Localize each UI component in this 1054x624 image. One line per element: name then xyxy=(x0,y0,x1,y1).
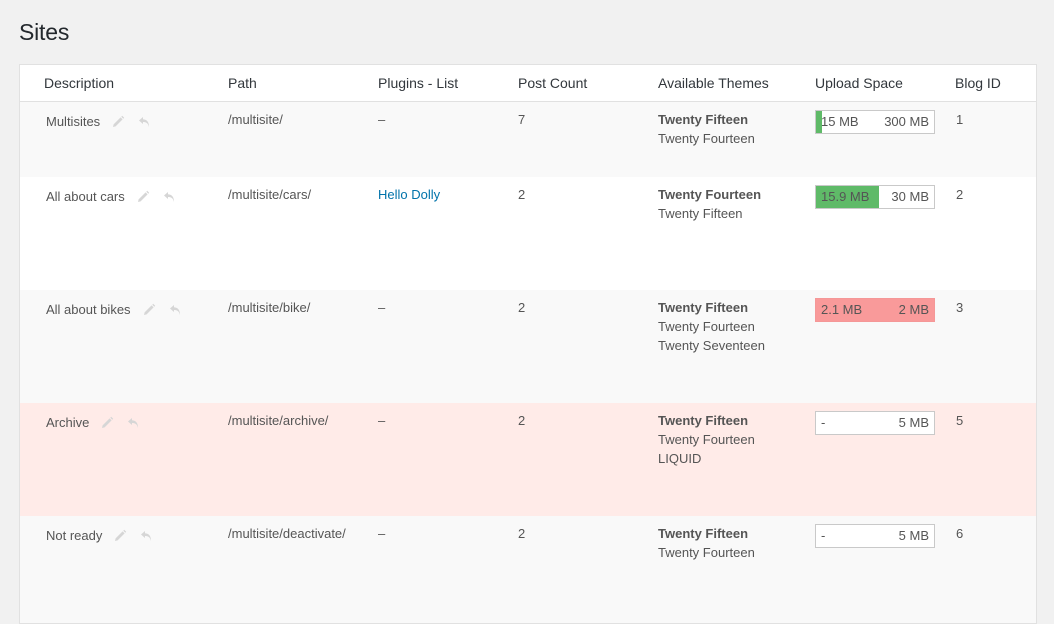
undo-icon[interactable] xyxy=(161,188,179,206)
upload-space-meter: 15 MB 300 MB xyxy=(815,110,935,134)
blog-id: 2 xyxy=(956,187,964,202)
blog-id: 5 xyxy=(956,413,964,428)
blog-id: 1 xyxy=(956,112,964,127)
theme-item: Twenty Fourteen xyxy=(658,319,755,334)
post-count: 2 xyxy=(518,526,526,541)
upload-quota: 5 MB xyxy=(898,528,929,543)
plugin-link[interactable]: Hello Dolly xyxy=(378,187,440,202)
site-description[interactable]: Archive xyxy=(46,413,89,432)
description-cell: Not ready xyxy=(46,526,156,545)
upload-quota: 2 MB xyxy=(898,302,929,317)
column-header-description[interactable]: Description xyxy=(44,75,114,91)
table-row: Archive/multisite/archive/ – 2 Twenty Fifte… xyxy=(20,403,1036,516)
description-cell: All about bikes xyxy=(46,300,185,319)
theme-item: Twenty Seventeen xyxy=(658,338,765,353)
upload-space-meter: - 5 MB xyxy=(815,411,935,435)
upload-quota: 30 MB xyxy=(891,189,929,204)
plugins-empty: – xyxy=(378,300,386,315)
upload-used: 15 MB xyxy=(821,114,859,129)
theme-item: Twenty Fourteen xyxy=(658,545,755,560)
theme-item: Twenty Fourteen xyxy=(658,131,755,146)
column-header-plugins[interactable]: Plugins - List xyxy=(378,75,458,91)
active-theme: Twenty Fourteen xyxy=(658,187,762,202)
pencil-icon[interactable] xyxy=(134,188,152,206)
active-theme: Twenty Fifteen xyxy=(658,413,749,428)
description-cell: All about cars xyxy=(46,187,179,206)
pencil-icon[interactable] xyxy=(140,301,158,319)
site-path: /multisite/deactivate/ xyxy=(228,526,346,541)
theme-item: Twenty Fourteen xyxy=(658,432,755,447)
site-description[interactable]: Multisites xyxy=(46,112,100,131)
themes-list: Twenty Fifteen Twenty Fourteen Twenty Seve… xyxy=(658,298,765,355)
upload-space-meter: 2.1 MB 2 MB xyxy=(815,298,935,322)
table-row: Not ready/multisite/deactivate/ – 2 Twenty … xyxy=(20,516,1036,623)
site-path: /multisite/archive/ xyxy=(228,413,329,428)
plugins-cell: – xyxy=(378,110,385,129)
table-body: Multisites/multisite/–7 Twenty Fifteen Twe… xyxy=(20,102,1036,623)
post-count: 7 xyxy=(518,112,526,127)
undo-icon[interactable] xyxy=(138,527,156,545)
upload-quota: 300 MB xyxy=(884,114,929,129)
table-header: Description Path Plugins - List Post Cou… xyxy=(20,65,1036,102)
undo-icon[interactable] xyxy=(136,113,154,131)
site-description[interactable]: All about cars xyxy=(46,187,125,206)
plugins-empty: – xyxy=(378,112,386,127)
upload-space-meter: - 5 MB xyxy=(815,524,935,548)
column-header-path[interactable]: Path xyxy=(228,75,257,91)
blog-id: 6 xyxy=(956,526,964,541)
plugins-empty: – xyxy=(378,413,386,428)
table-row: All about cars/multisite/cars/Hello Doll… xyxy=(20,177,1036,290)
themes-list: Twenty Fifteen Twenty Fourteen xyxy=(658,110,755,148)
upload-quota: 5 MB xyxy=(898,415,929,430)
theme-item: Twenty Fifteen xyxy=(658,206,743,221)
description-cell: Archive xyxy=(46,413,143,432)
pencil-icon[interactable] xyxy=(109,113,127,131)
site-description[interactable]: Not ready xyxy=(46,526,102,545)
plugins-cell: – xyxy=(378,298,385,317)
plugins-cell: – xyxy=(378,411,385,430)
site-path: /multisite/bike/ xyxy=(228,300,311,315)
upload-used: - xyxy=(821,415,826,430)
active-theme: Twenty Fifteen xyxy=(658,112,749,127)
table-row: Multisites/multisite/–7 Twenty Fifteen Twe… xyxy=(20,102,1036,177)
sites-table: Description Path Plugins - List Post Cou… xyxy=(19,64,1037,624)
page-title: Sites xyxy=(19,19,70,45)
theme-item: LIQUID xyxy=(658,451,702,466)
post-count: 2 xyxy=(518,187,526,202)
blog-id: 3 xyxy=(956,300,964,315)
plugins-cell: – xyxy=(378,524,385,543)
post-count: 2 xyxy=(518,413,526,428)
column-header-blog-id[interactable]: Blog ID xyxy=(955,75,1001,91)
upload-used: - xyxy=(821,528,826,543)
column-header-available-themes[interactable]: Available Themes xyxy=(658,75,769,91)
site-description[interactable]: All about bikes xyxy=(46,300,131,319)
pencil-icon[interactable] xyxy=(111,527,129,545)
undo-icon[interactable] xyxy=(125,414,143,432)
themes-list: Twenty Fifteen Twenty Fourteen xyxy=(658,524,755,562)
upload-used: 2.1 MB xyxy=(821,302,863,317)
description-cell: Multisites xyxy=(46,112,154,131)
themes-list: Twenty Fourteen Twenty Fifteen xyxy=(658,185,761,223)
post-count: 2 xyxy=(518,300,526,315)
plugins-empty: – xyxy=(378,526,386,541)
themes-list: Twenty Fifteen Twenty Fourteen LIQUID xyxy=(658,411,755,468)
site-path: /multisite/cars/ xyxy=(228,187,312,202)
table-row: All about bikes/multisite/bike/ – 2 Twenty … xyxy=(20,290,1036,403)
active-theme: Twenty Fifteen xyxy=(658,300,749,315)
active-theme: Twenty Fifteen xyxy=(658,526,749,541)
undo-icon[interactable] xyxy=(167,301,185,319)
pencil-icon[interactable] xyxy=(98,414,116,432)
plugins-cell: Hello Dolly xyxy=(378,185,440,204)
site-path: /multisite/ xyxy=(228,112,283,127)
column-header-post-count[interactable]: Post Count xyxy=(518,75,587,91)
upload-used: 15.9 MB xyxy=(821,189,870,204)
upload-space-meter: 15.9 MB 30 MB xyxy=(815,185,935,209)
column-header-upload-space[interactable]: Upload Space xyxy=(815,75,903,91)
